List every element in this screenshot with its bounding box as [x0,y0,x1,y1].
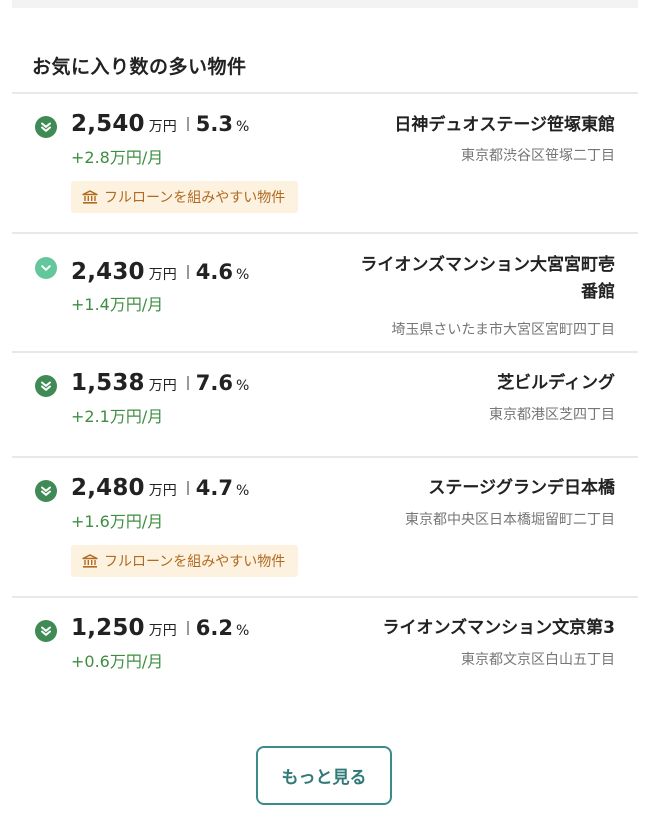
yield-value: 4.6 [195,260,233,284]
divider [186,117,189,131]
price-value: 1,250 [71,615,145,641]
bank-icon [82,554,98,568]
price-unit: 万円 [148,623,177,639]
property-name[interactable]: ライオンズマンション文京第3 [325,615,616,642]
yield-unit: % [235,267,250,283]
yield-unit: % [235,623,250,639]
divider [186,621,189,635]
price-unit: 万円 [148,378,177,394]
property-name[interactable]: ステージグランデ日本橋 [325,475,615,502]
yield-unit: % [235,378,250,394]
price-yield-line: 1,250 万円 6.2 % [71,615,249,641]
bank-icon [82,190,98,204]
double-chevron-down-icon [35,480,57,502]
top-divider-bar [12,0,638,8]
divider [186,376,189,390]
price-unit: 万円 [148,483,177,499]
full-loan-tag: フルローンを組みやすい物件 [71,545,299,577]
property-address: 東京都中央区日本橋堀留町二丁目 [405,512,615,528]
listing-list: 2,540 万円 5.3 % +2.8万円/月 フルローンを組みやすい物件 日神… [12,92,638,694]
section-title: お気に入り数の多い物件 [32,56,247,78]
chevron-down-icon [35,257,57,279]
property-name[interactable]: 芝ビルディング [325,370,615,397]
full-loan-tag: フルローンを組みやすい物件 [71,181,299,213]
yield-value: 5.3 [195,112,233,136]
price-unit: 万円 [148,119,177,135]
listing-row[interactable]: 2,540 万円 5.3 % +2.8万円/月 フルローンを組みやすい物件 日神… [12,94,638,234]
listing-row[interactable]: 1,250 万円 6.2 % +0.6万円/月 ライオンズマンション文京第3 東… [12,598,638,694]
price-value: 1,538 [71,370,145,396]
double-chevron-down-icon [35,116,57,138]
price-yield-line: 1,538 万円 7.6 % [71,370,249,396]
rent-change: +2.1万円/月 [71,407,164,426]
property-name[interactable]: ライオンズマンション大宮宮町壱番館 [345,252,615,306]
rent-change: +1.6万円/月 [71,512,164,531]
property-address: 東京都渋谷区笹塚二丁目 [461,148,615,164]
tag-label: フルローンを組みやすい物件 [104,190,286,206]
yield-value: 7.6 [195,371,233,395]
rent-change: +2.8万円/月 [71,148,164,167]
price-value: 2,540 [71,111,145,137]
divider [186,265,189,279]
tag-label: フルローンを組みやすい物件 [104,554,286,570]
property-address: 埼玉県さいたま市大宮区宮町四丁目 [391,322,615,338]
price-value: 2,480 [71,475,145,501]
double-chevron-down-icon [35,620,57,642]
price-value: 2,430 [71,259,145,285]
divider [186,481,189,495]
listing-row[interactable]: 2,430 万円 4.6 % +1.4万円/月 ライオンズマンション大宮宮町壱番… [12,234,638,353]
price-yield-line: 2,480 万円 4.7 % [71,475,249,501]
listing-row[interactable]: 1,538 万円 7.6 % +2.1万円/月 芝ビルディング 東京都港区芝四丁… [12,353,638,458]
yield-value: 4.7 [195,476,233,500]
property-address: 東京都港区芝四丁目 [489,407,615,423]
property-address: 東京都文京区白山五丁目 [461,652,615,668]
yield-unit: % [235,483,250,499]
property-name[interactable]: 日神デュオステージ笹塚東館 [325,112,615,139]
yield-value: 6.2 [195,616,233,640]
show-more-button[interactable]: もっと見る [256,746,392,805]
price-yield-line: 2,540 万円 5.3 % [71,111,249,137]
double-chevron-down-icon [35,375,57,397]
rent-change: +1.4万円/月 [71,295,164,314]
listing-row[interactable]: 2,480 万円 4.7 % +1.6万円/月 フルローンを組みやすい物件 ステ… [12,458,638,598]
price-unit: 万円 [148,267,177,283]
price-yield-line: 2,430 万円 4.6 % [71,259,249,285]
yield-unit: % [235,119,250,135]
rent-change: +0.6万円/月 [71,652,164,671]
